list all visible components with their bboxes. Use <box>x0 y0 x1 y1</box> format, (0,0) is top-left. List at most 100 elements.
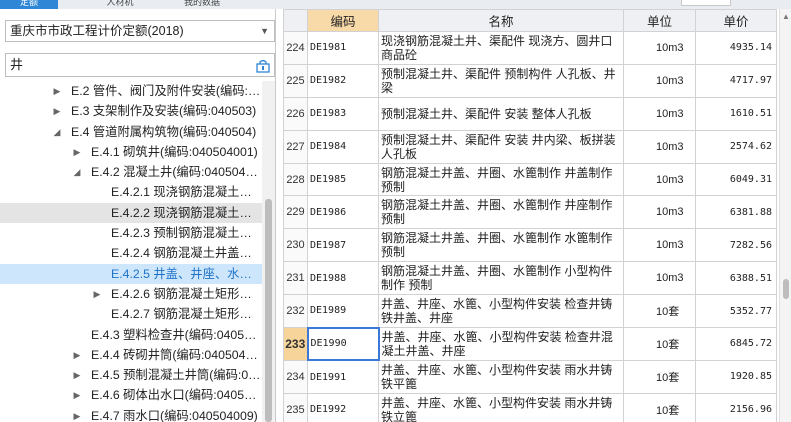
code-cell[interactable]: DE1984 <box>307 129 379 164</box>
name-cell[interactable]: 井盖、井座、水篦、小型构件安装 雨水井铸铁平篦 <box>378 359 624 394</box>
table-row[interactable]: 224 DE1981 现浇钢筋混凝土井、渠配件 现浇方、圆井口商品砼 10m3 4935… <box>283 31 777 65</box>
name-cell[interactable]: 预制混凝土井、渠配件 安装 井内梁、板拼装人孔板 <box>378 129 624 164</box>
row-index-cell[interactable]: 234 <box>283 359 308 394</box>
tab-materials[interactable]: 人材机 <box>95 0 145 9</box>
search-input[interactable]: 井 <box>5 53 275 77</box>
expand-icon[interactable]: ▶ <box>72 365 82 385</box>
tree-item[interactable]: ▶ E.4.6 砌体出水口(编码:0405… <box>0 385 262 405</box>
unit-cell[interactable]: 10套 <box>623 327 696 361</box>
tree-item[interactable]: E.4.2.4 钢筋混凝土井盖… <box>0 243 262 263</box>
tab-quota[interactable]: 定额 <box>0 0 58 9</box>
code-cell[interactable]: DE1990 <box>306 326 380 362</box>
collapse-icon[interactable]: ◢ <box>72 162 82 182</box>
table-row[interactable]: 233 DE1990 井盖、井座、水篦、小型构件安装 检查井混凝土井盖、井座 10套 6… <box>283 326 777 362</box>
price-cell[interactable]: 6381.88 <box>695 195 777 230</box>
unit-cell[interactable]: 10m3 <box>623 195 696 230</box>
tree-item[interactable]: ◢ E.4 管道附属构筑物(编码:040504) <box>0 122 262 142</box>
table-row[interactable]: 228 DE1985 钢筋混凝土井盖、井圈、水篦制作 井盖制作预制 10m3 6049.… <box>283 162 777 197</box>
expand-icon[interactable]: ▶ <box>92 284 102 304</box>
expand-icon[interactable]: ▶ <box>52 101 62 121</box>
price-cell[interactable]: 1920.85 <box>695 359 777 394</box>
tree-item[interactable]: E.4.2.1 现浇钢筋混凝土… <box>0 182 262 202</box>
scroll-up-icon[interactable]: ▲ <box>782 12 790 21</box>
tree-item[interactable]: ▶ E.4.5 预制混凝土井筒(编码:0… <box>0 365 262 385</box>
code-cell[interactable]: DE1991 <box>307 359 379 394</box>
tree-item[interactable]: ▶ E.4.2.6 钢筋混凝土矩形… <box>0 284 262 304</box>
price-cell[interactable]: 4935.14 <box>695 31 777 65</box>
name-cell[interactable]: 钢筋混凝土井盖、井圈、水篦制作 井盖制作预制 <box>378 162 624 197</box>
row-index-cell[interactable]: 225 <box>283 63 308 98</box>
grid-scrollbar-thumb[interactable] <box>783 279 789 299</box>
row-index-cell[interactable]: 224 <box>283 31 308 65</box>
row-index-cell[interactable]: 235 <box>283 392 308 422</box>
unit-cell[interactable]: 10m3 <box>623 228 696 263</box>
search-filter-icon[interactable] <box>256 58 270 73</box>
top-right-button[interactable] <box>681 0 731 6</box>
expand-icon[interactable]: ▶ <box>52 81 62 101</box>
unit-cell[interactable]: 10m3 <box>623 96 696 131</box>
tree-item[interactable]: ▶ E.4.1 砌筑井(编码:040504001) <box>0 142 262 162</box>
tree-item[interactable]: ▶ E.3 支架制作及安装(编码:040503) <box>0 101 262 121</box>
row-index-cell[interactable]: 230 <box>283 228 308 263</box>
code-cell[interactable]: DE1992 <box>307 392 379 422</box>
unit-cell[interactable]: 10m3 <box>623 162 696 197</box>
collapse-icon[interactable]: ◢ <box>52 122 62 142</box>
table-row[interactable]: 226 DE1983 预制混凝土井、渠配件 安装 整体人孔板 10m3 1610.51 <box>283 96 777 131</box>
unit-cell[interactable]: 10套 <box>623 294 696 329</box>
price-cell[interactable]: 5352.77 <box>695 294 777 329</box>
unit-cell[interactable]: 10套 <box>623 359 696 394</box>
price-cell[interactable]: 6845.72 <box>695 327 777 361</box>
table-row[interactable]: 234 DE1991 井盖、井座、水篦、小型构件安装 雨水井铸铁平篦 10套 1920.… <box>283 359 777 394</box>
row-index-cell[interactable]: 228 <box>283 162 308 197</box>
row-index-cell[interactable]: 231 <box>283 261 308 296</box>
tree-item[interactable]: ▶ E.4.7 雨水口(编码:040504009) <box>0 406 262 422</box>
grid-scrollbar[interactable]: ▲ <box>779 9 791 422</box>
tab-my-data[interactable]: 我的数据 <box>172 0 232 9</box>
tree-item[interactable]: ▶ E.2 管件、阀门及附件安装(编码:… <box>0 81 262 101</box>
price-cell[interactable]: 2156.96 <box>695 392 777 422</box>
table-row[interactable]: 227 DE1984 预制混凝土井、渠配件 安装 井内梁、板拼装人孔板 10m3 257… <box>283 129 777 164</box>
unit-cell[interactable]: 10m3 <box>623 261 696 296</box>
price-cell[interactable]: 1610.51 <box>695 96 777 131</box>
tree-item[interactable]: E.4.3 塑料检查井(编码:0405… <box>0 325 262 345</box>
row-index-cell[interactable]: 227 <box>283 129 308 164</box>
expand-icon[interactable]: ▶ <box>72 385 82 405</box>
tree-scrollbar[interactable] <box>262 81 275 422</box>
name-cell[interactable]: 现浇钢筋混凝土井、渠配件 现浇方、圆井口商品砼 <box>378 31 624 65</box>
unit-cell[interactable]: 10m3 <box>623 31 696 65</box>
code-cell[interactable]: DE1986 <box>307 195 379 230</box>
table-row[interactable]: 230 DE1987 钢筋混凝土井盖、井圈、水篦制作 水篦制作预制 10m3 7282.… <box>283 228 777 263</box>
row-index-cell[interactable]: 232 <box>283 294 308 329</box>
price-cell[interactable]: 6049.31 <box>695 162 777 197</box>
table-row[interactable]: 229 DE1986 钢筋混凝土井盖、井圈、水篦制作 井座制作预制 10m3 6381.… <box>283 195 777 230</box>
name-cell[interactable]: 钢筋混凝土井盖、井圈、水篦制作 井座制作预制 <box>378 195 624 230</box>
price-cell[interactable]: 7282.56 <box>695 228 777 263</box>
tree-item[interactable]: E.4.2.2 现浇钢筋混凝土… <box>0 202 262 224</box>
table-row[interactable]: 225 DE1982 预制混凝土井、渠配件 预制构件 人孔板、井梁 10m3 4717.… <box>283 63 777 98</box>
code-cell[interactable]: DE1985 <box>307 162 379 197</box>
header-code[interactable]: 编码 <box>307 9 379 32</box>
expand-icon[interactable]: ▶ <box>72 345 82 365</box>
code-cell[interactable]: DE1988 <box>307 261 379 296</box>
row-index-cell[interactable]: 226 <box>283 96 308 131</box>
name-cell[interactable]: 预制混凝土井、渠配件 预制构件 人孔板、井梁 <box>378 63 624 98</box>
name-cell[interactable]: 井盖、井座、水篦、小型构件安装 雨水井铸铁立篦 <box>378 392 624 422</box>
table-row[interactable]: 231 DE1988 钢筋混凝土井盖、井圈、水篦制作 小型构件制作 预制 10m3 63… <box>283 261 777 296</box>
expand-icon[interactable]: ▶ <box>72 406 82 422</box>
code-cell[interactable]: DE1982 <box>307 63 379 98</box>
name-cell[interactable]: 井盖、井座、水篦、小型构件安装 检查井混凝土井盖、井座 <box>378 327 624 361</box>
price-cell[interactable]: 2574.62 <box>695 129 777 164</box>
quota-library-select[interactable]: 重庆市市政工程计价定额(2018) ▼ <box>5 20 275 42</box>
chevron-down-icon[interactable]: ▼ <box>260 21 269 41</box>
row-index-cell[interactable]: 233 <box>283 327 308 361</box>
table-row[interactable]: 235 DE1992 井盖、井座、水篦、小型构件安装 雨水井铸铁立篦 10套 2156.… <box>283 392 777 422</box>
tree-item[interactable]: E.4.2.3 预制钢筋混凝土… <box>0 223 262 243</box>
code-cell[interactable]: DE1981 <box>307 31 379 65</box>
tree-item[interactable]: ▶ E.4.4 砖砌井筒(编码:040504… <box>0 345 262 365</box>
header-name[interactable]: 名称 <box>378 9 624 32</box>
name-cell[interactable]: 钢筋混凝土井盖、井圈、水篦制作 小型构件制作 预制 <box>378 261 624 296</box>
code-cell[interactable]: DE1989 <box>307 294 379 329</box>
header-unit[interactable]: 单位 <box>623 9 696 32</box>
tree-item[interactable]: ◢ E.4.2 混凝土井(编码:040504… <box>0 162 262 182</box>
tree-item[interactable]: E.4.2.7 钢筋混凝土矩形… <box>0 304 262 324</box>
